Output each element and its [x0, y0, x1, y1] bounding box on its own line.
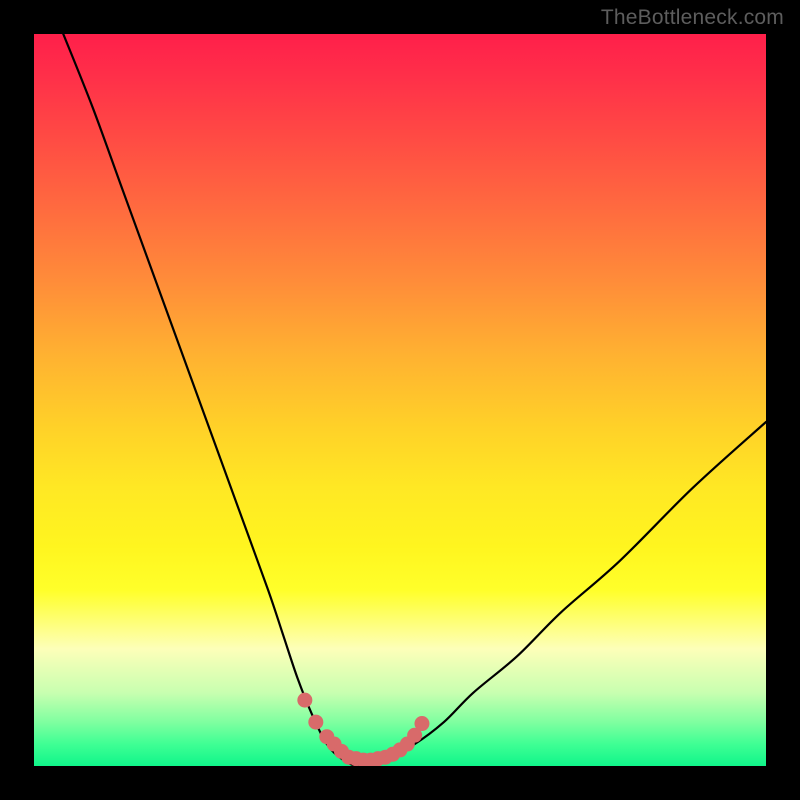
chart-svg — [34, 34, 766, 766]
highlighted-points — [297, 693, 429, 766]
marker-point — [414, 716, 429, 731]
marker-point — [297, 693, 312, 708]
chart-frame: TheBottleneck.com — [0, 0, 800, 800]
chart-plot-area — [34, 34, 766, 766]
bottleneck-curve — [63, 34, 766, 766]
marker-point — [308, 715, 323, 730]
watermark-text: TheBottleneck.com — [601, 6, 784, 30]
